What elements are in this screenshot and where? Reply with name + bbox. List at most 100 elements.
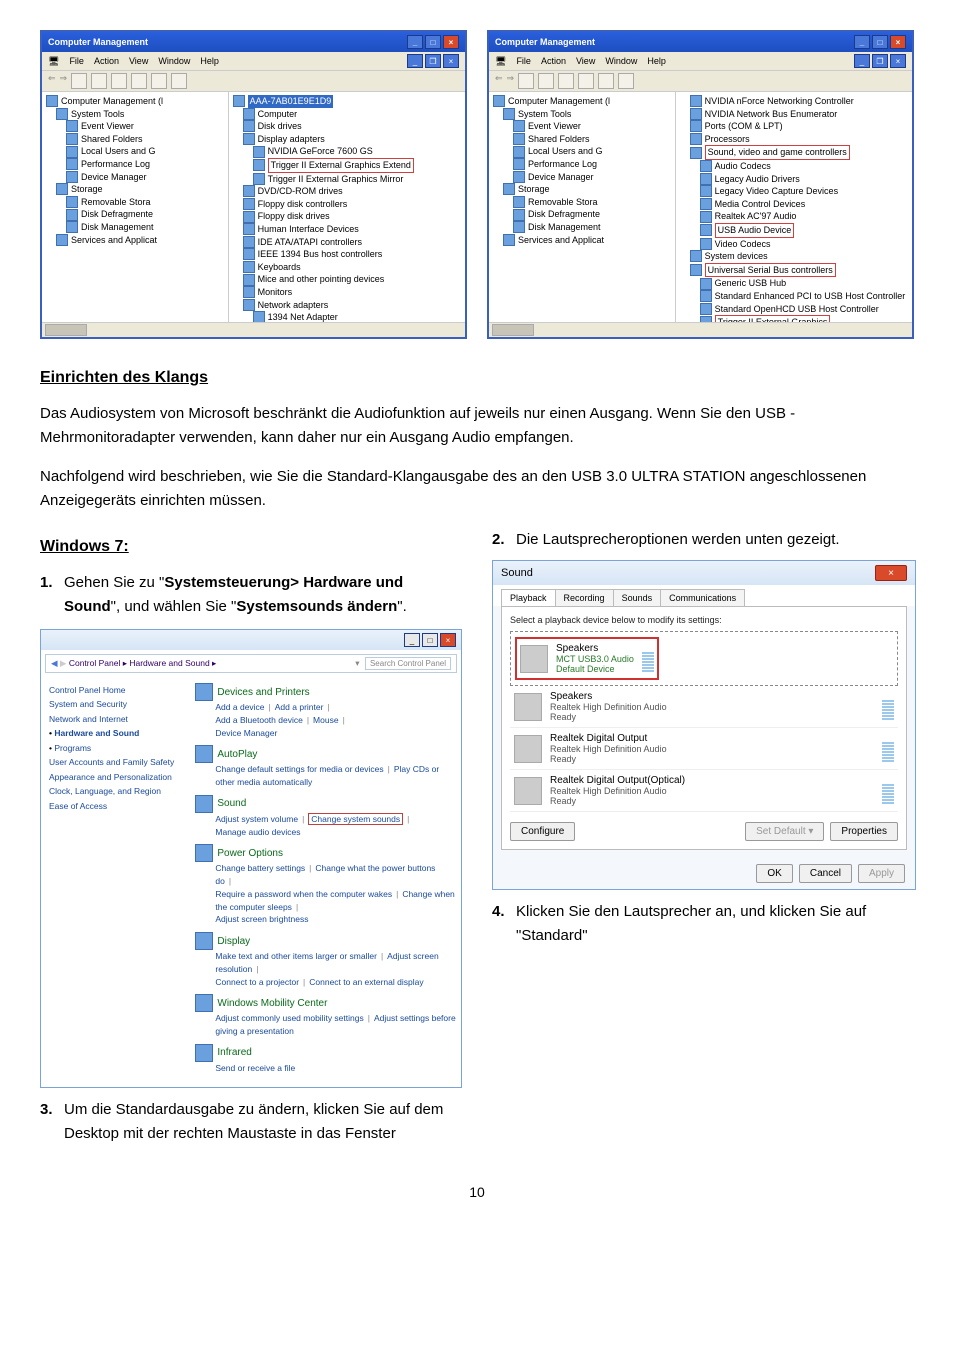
category-link[interactable]: Add a printer <box>275 702 324 712</box>
tree-item[interactable]: System Tools <box>56 108 224 121</box>
inner-min-icon[interactable]: _ <box>407 54 423 68</box>
category-title[interactable]: AutoPlay <box>195 745 457 763</box>
menu-window[interactable]: Window <box>605 56 637 67</box>
category-link[interactable]: Change system sounds <box>308 813 403 825</box>
inner-restore-icon[interactable]: ❐ <box>425 54 441 68</box>
ok-button[interactable]: OK <box>756 864 792 883</box>
control-panel-main[interactable]: Devices and PrintersAdd a device|Add a p… <box>191 677 461 1087</box>
category-title[interactable]: Sound <box>195 795 457 813</box>
category-title[interactable]: Windows Mobility Center <box>195 994 457 1012</box>
tree-item[interactable]: Video Codecs <box>700 238 908 251</box>
back-icon[interactable]: ⇐ <box>495 73 503 89</box>
tree-item[interactable]: Display adapters <box>243 133 461 146</box>
minimize-button[interactable]: _ <box>404 633 420 647</box>
category-link[interactable]: Add a device <box>215 702 264 712</box>
tree-item[interactable]: Standard Enhanced PCI to USB Host Contro… <box>700 290 908 303</box>
tree-item[interactable]: Floppy disk drives <box>243 210 461 223</box>
tab-playback[interactable]: Playback <box>501 589 556 606</box>
menu-help[interactable]: Help <box>200 56 219 67</box>
tree-item[interactable]: IEEE 1394 Bus host controllers <box>243 248 461 261</box>
back-icon[interactable]: ◀ <box>51 658 58 668</box>
tree-item[interactable]: Services and Applicat <box>56 234 224 247</box>
category-link[interactable]: Manage audio devices <box>215 827 300 837</box>
menu-view[interactable]: View <box>129 56 148 67</box>
tree-item[interactable]: Event Viewer <box>513 120 671 133</box>
menu-action[interactable]: Action <box>541 56 566 67</box>
category-link[interactable]: Send or receive a file <box>215 1063 295 1073</box>
sound-device-item[interactable]: SpeakersRealtek High Definition AudioRea… <box>510 686 898 728</box>
cancel-button[interactable]: Cancel <box>799 864 852 883</box>
tree-item[interactable]: Processors <box>690 133 908 146</box>
tree-item[interactable]: Network adapters <box>243 299 461 312</box>
toolbar-icon[interactable] <box>91 73 107 89</box>
menu-view[interactable]: View <box>576 56 595 67</box>
minimize-button[interactable]: _ <box>407 35 423 49</box>
control-panel-sidebar[interactable]: Control Panel HomeSystem and SecurityNet… <box>41 677 191 1087</box>
toolbar-icon[interactable] <box>578 73 594 89</box>
sidebar-item[interactable]: Programs <box>49 741 183 755</box>
tree-item[interactable]: 1394 Net Adapter <box>253 311 461 322</box>
tree-item[interactable]: Performance Log <box>66 158 224 171</box>
menu-help[interactable]: Help <box>647 56 666 67</box>
tree-item[interactable]: Trigger II External Graphics Mirror <box>253 173 461 186</box>
scrollbar[interactable] <box>42 322 465 337</box>
category-link[interactable]: Adjust screen brightness <box>215 914 308 924</box>
apply-button[interactable]: Apply <box>858 864 905 883</box>
tree-item[interactable]: Legacy Video Capture Devices <box>700 185 908 198</box>
tree-item[interactable]: Universal Serial Bus controllers <box>690 263 908 278</box>
toolbar-icon[interactable] <box>558 73 574 89</box>
tree-item[interactable]: Performance Log <box>513 158 671 171</box>
inner-min-icon[interactable]: _ <box>854 54 870 68</box>
tree-item[interactable]: Standard OpenHCD USB Host Controller <box>700 303 908 316</box>
sidebar-item[interactable]: System and Security <box>49 697 183 711</box>
tree-item[interactable]: Storage <box>56 183 224 196</box>
category-link[interactable]: Add a Bluetooth device <box>215 715 302 725</box>
tree-item[interactable]: Realtek AC'97 Audio <box>700 210 908 223</box>
tree-item[interactable]: System devices <box>690 250 908 263</box>
forward-icon[interactable]: ⇒ <box>60 73 68 89</box>
tree-left-pane[interactable]: Computer Management (lSystem ToolsEvent … <box>489 92 676 322</box>
close-button[interactable]: × <box>440 633 456 647</box>
toolbar-icon[interactable] <box>518 73 534 89</box>
maximize-button[interactable]: □ <box>872 35 888 49</box>
tab-recording[interactable]: Recording <box>555 589 614 606</box>
menu-file[interactable]: File <box>69 56 84 67</box>
inner-close-icon[interactable]: × <box>443 54 459 68</box>
toolbar-icon[interactable] <box>111 73 127 89</box>
toolbar-icon[interactable] <box>598 73 614 89</box>
category-link[interactable]: Connect to a projector <box>215 977 299 987</box>
maximize-button[interactable]: □ <box>422 633 438 647</box>
minimize-button[interactable]: _ <box>854 35 870 49</box>
tree-item[interactable]: Disk Defragmente <box>513 208 671 221</box>
category-link[interactable]: Adjust commonly used mobility settings <box>215 1013 363 1023</box>
tree-right-pane[interactable]: AAA-7AB01E9E1D9 ComputerDisk drivesDispl… <box>229 92 465 322</box>
tab-communications[interactable]: Communications <box>660 589 745 606</box>
category-link[interactable]: Adjust system volume <box>215 814 298 824</box>
tree-item[interactable]: Event Viewer <box>66 120 224 133</box>
tree-left-pane[interactable]: Computer Management (lSystem ToolsEvent … <box>42 92 229 322</box>
tree-item[interactable]: Disk drives <box>243 120 461 133</box>
sidebar-item[interactable]: User Accounts and Family Safety <box>49 755 183 769</box>
tree-item[interactable]: Monitors <box>243 286 461 299</box>
sidebar-item[interactable]: Network and Internet <box>49 712 183 726</box>
category-title[interactable]: Display <box>195 932 457 950</box>
tree-item[interactable]: Keyboards <box>243 261 461 274</box>
sidebar-item[interactable]: Control Panel Home <box>49 683 183 697</box>
close-button[interactable]: × <box>875 565 907 581</box>
tree-item[interactable]: Storage <box>503 183 671 196</box>
back-icon[interactable]: ⇐ <box>48 73 56 89</box>
tree-item[interactable]: Removable Stora <box>513 196 671 209</box>
menu-action[interactable]: Action <box>94 56 119 67</box>
tree-item[interactable]: Ports (COM & LPT) <box>690 120 908 133</box>
computer-node[interactable]: AAA-7AB01E9E1D9 <box>248 95 334 108</box>
sidebar-item[interactable]: Appearance and Personalization <box>49 770 183 784</box>
category-link[interactable]: Connect to an external display <box>309 977 423 987</box>
breadcrumb[interactable]: ◀ ▶ Control Panel ▸ Hardware and Sound ▸… <box>45 654 457 673</box>
tree-item[interactable]: Disk Management <box>513 221 671 234</box>
tree-item[interactable]: Floppy disk controllers <box>243 198 461 211</box>
properties-button[interactable]: Properties <box>830 822 898 841</box>
category-link[interactable]: Mouse <box>313 715 339 725</box>
tree-item[interactable]: Disk Defragmente <box>66 208 224 221</box>
tree-item[interactable]: Device Manager <box>513 171 671 184</box>
tree-item[interactable]: NVIDIA nForce Networking Controller <box>690 95 908 108</box>
